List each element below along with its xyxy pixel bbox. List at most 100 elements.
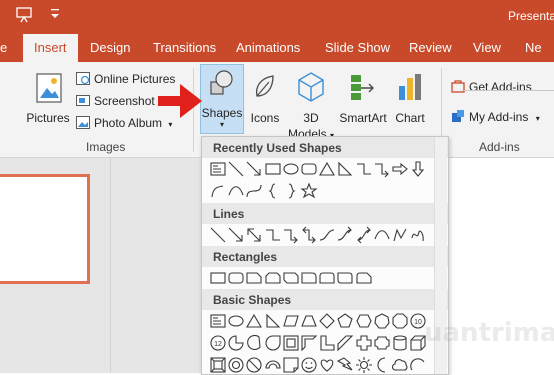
shape-row [202,158,448,180]
shape-oval-icon[interactable] [282,160,300,178]
3d-models-button[interactable]: 3D Models ▾ [286,68,336,141]
slide-thumbnail[interactable] [0,174,90,284]
shape-snip-round-icon[interactable] [355,269,373,287]
shape-parallelogram-icon[interactable] [282,312,300,330]
get-addins-label: Get Add-ins [469,80,532,94]
shape-donut-icon[interactable] [227,356,245,374]
shape-elbow-connector-icon[interactable] [355,160,373,178]
shape-rectangle-icon[interactable] [209,269,227,287]
pictures-button[interactable]: Pictures [26,68,70,134]
tab-insert[interactable]: Insert [23,34,78,62]
shape-double-arrow-line-icon[interactable] [245,226,263,244]
shape-round-same-side-icon[interactable] [318,269,336,287]
shape-arrow-line-icon[interactable] [227,226,245,244]
shape-frame-icon[interactable] [282,334,300,352]
shape-moon-icon[interactable] [373,356,391,374]
shape-triangle-icon[interactable] [245,312,263,330]
shape-snip-diagonal-icon[interactable] [282,269,300,287]
smartart-button[interactable]: SmartArt [338,68,388,128]
shape-snip-single-corner-icon[interactable] [245,269,263,287]
shape-curved-connector-icon[interactable] [318,226,336,244]
shape-pie-icon[interactable] [227,334,245,352]
shape-line-icon[interactable] [209,226,227,244]
shape-line-icon[interactable] [227,160,245,178]
shape-half-frame-icon[interactable] [300,334,318,352]
shape-right-triangle-icon[interactable] [336,160,354,178]
shape-scribble-icon[interactable] [409,226,427,244]
tab-view[interactable]: View [473,34,501,62]
shape-can-icon[interactable] [391,334,409,352]
tab-design[interactable]: Design [90,34,130,62]
shape-teardrop-icon[interactable] [264,334,282,352]
shape-round-diagonal-icon[interactable] [336,269,354,287]
shape-round-single-corner-icon[interactable] [300,269,318,287]
shape-octagon-icon[interactable] [391,312,409,330]
shape-hexagon-icon[interactable] [355,312,373,330]
shape-plaque-icon[interactable] [373,334,391,352]
shape-freeform-icon[interactable] [391,226,409,244]
shape-triangle-icon[interactable] [318,160,336,178]
shape-dodecagon-icon[interactable]: 12 [209,334,227,352]
shape-heart-icon[interactable] [318,356,336,374]
shape-text-box-icon[interactable] [209,160,227,178]
shape-diagonal-stripe-icon[interactable] [336,334,354,352]
images-group-label: Images [86,140,126,154]
shape-rectangle-icon[interactable] [264,160,282,178]
shape-chord-icon[interactable] [245,334,263,352]
shape-curve-icon[interactable] [373,226,391,244]
shape-curved-double-arrow-icon[interactable] [355,226,373,244]
get-addins-button[interactable]: Get Add-ins [451,77,532,97]
presenter-icon[interactable] [16,7,32,28]
smartart-label: SmartArt [339,111,387,125]
screenshot-button[interactable]: Screenshot ▾ [76,91,165,111]
chart-button[interactable]: Chart [390,68,430,128]
shape-smiley-icon[interactable] [300,356,318,374]
shape-arrow-line-icon[interactable] [245,160,263,178]
shape-rounded-rectangle-icon[interactable] [300,160,318,178]
shape-s-curve-icon[interactable] [245,182,263,200]
tab-review[interactable]: Review [409,34,452,62]
shape-l-shape-icon[interactable] [318,334,336,352]
shape-sun-icon[interactable] [355,356,373,374]
shape-open-brace-icon[interactable] [264,182,282,200]
shape-oval-icon[interactable] [227,312,245,330]
shape-cloud-icon[interactable] [391,356,409,374]
icons-button[interactable]: Icons [246,68,284,128]
customize-toolbar-icon[interactable] [50,7,60,26]
shape-block-arc-icon[interactable] [264,356,282,374]
shape-arc-icon[interactable] [409,356,427,374]
shape-bevel-icon[interactable] [209,356,227,374]
section-title: Basic Shapes [213,293,292,307]
shapes-button[interactable]: Shapes ▾ [200,64,244,134]
shape-right-triangle-icon[interactable] [264,312,282,330]
shape-curved-arrow-icon[interactable] [336,226,354,244]
shape-right-arrow-icon[interactable] [391,160,409,178]
shape-elbow-arrow-connector-icon[interactable] [373,160,391,178]
shape-no-symbol-icon[interactable] [245,356,263,374]
shape-close-brace-icon[interactable] [282,182,300,200]
shape-elbow-arrow-connector-icon[interactable] [282,226,300,244]
shape-heptagon-icon[interactable] [373,312,391,330]
shape-snip-same-side-icon[interactable] [264,269,282,287]
shape-lightning-icon[interactable] [336,356,354,374]
shape-text-box-icon[interactable] [209,312,227,330]
shape-diamond-icon[interactable] [318,312,336,330]
shape-elbow-connector-icon[interactable] [264,226,282,244]
shape-curve-icon[interactable] [227,182,245,200]
shape-rounded-rectangle-icon[interactable] [227,269,245,287]
shape-cross-icon[interactable] [355,334,373,352]
tab-slide-show[interactable]: Slide Show [325,34,390,62]
shape-left-brace-icon[interactable] [209,182,227,200]
shape-down-arrow-icon[interactable] [409,160,427,178]
shape-folded-corner-icon[interactable] [282,356,300,374]
tab-transitions[interactable]: Transitions [153,34,216,62]
tab-new[interactable]: Ne [525,34,542,62]
tab-file[interactable]: e [0,34,7,62]
shape-pentagon-icon[interactable] [336,312,354,330]
shape-star-icon[interactable] [300,182,318,200]
my-addins-button[interactable]: My Add-ins ▾ [451,107,540,127]
dropdown-caret-icon: ▾ [535,114,540,123]
shape-trapezoid-icon[interactable] [300,312,318,330]
shape-elbow-double-arrow-icon[interactable] [300,226,318,244]
tab-animations[interactable]: Animations [236,34,300,62]
